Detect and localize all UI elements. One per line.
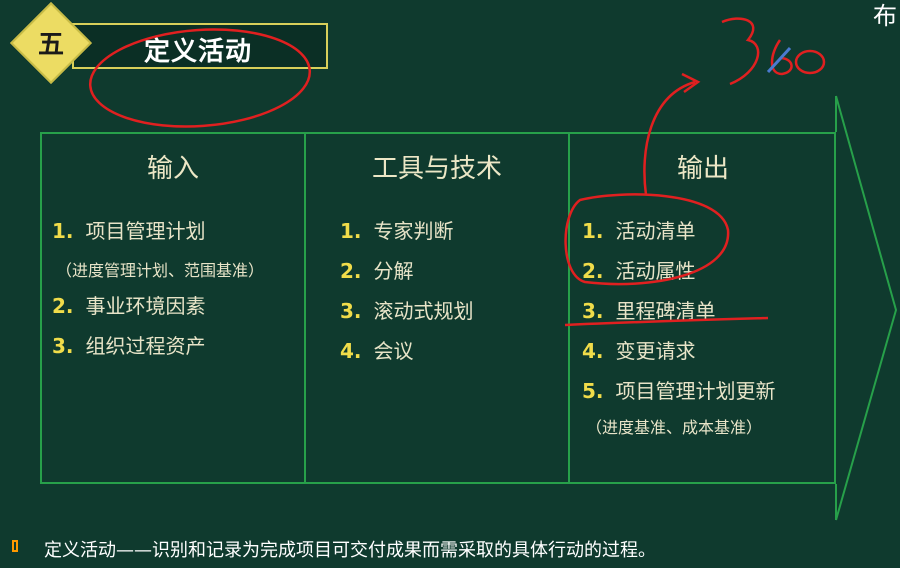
underline-mark <box>564 316 769 327</box>
title-circle-mark <box>88 28 312 128</box>
flow-arrow-icon <box>835 95 898 521</box>
handwritten-3-mark <box>721 17 760 86</box>
handwritten-0-mark <box>794 49 826 75</box>
annotation-layer <box>88 17 898 521</box>
outputs-circle-mark <box>564 193 730 286</box>
red-arrow-mark <box>643 80 696 196</box>
bullet-icon <box>12 540 18 552</box>
definition-text: 定义活动——识别和记录为完成项目可交付成果而需采取的具体行动的过程。 <box>44 540 656 561</box>
slide: 定义活动 五 布 输入 工具与技术 输出 1. 项目管理计划 （进度管理计划、范围… <box>0 0 900 568</box>
